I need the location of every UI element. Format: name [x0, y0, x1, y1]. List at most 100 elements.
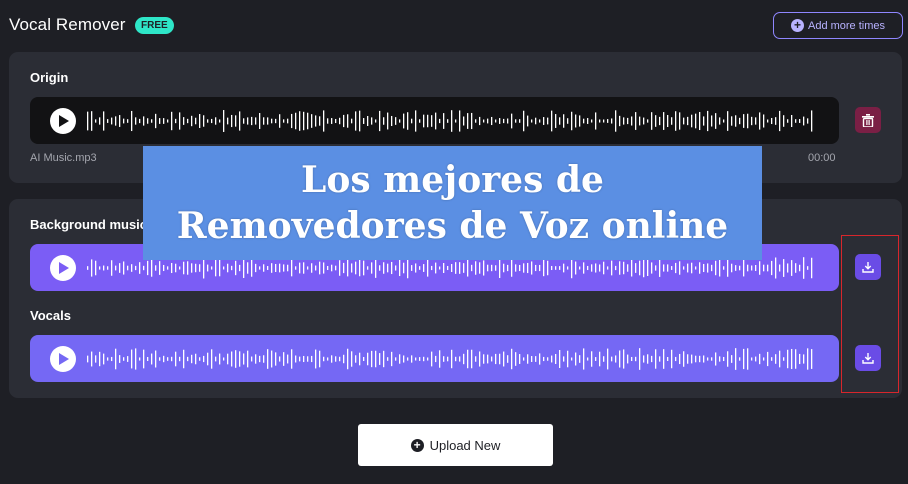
waveform-bar [763, 356, 765, 361]
waveform-bar [379, 264, 381, 271]
waveform-bar [647, 118, 649, 123]
waveform-bar [775, 353, 777, 364]
waveform-bar [671, 265, 673, 270]
waveform-bar [575, 352, 577, 365]
waveform-bar [719, 116, 721, 125]
waveform-bar [711, 114, 713, 127]
waveform-bar [339, 117, 341, 124]
waveform-bar [419, 265, 421, 270]
waveform-bar [491, 116, 493, 125]
waveform-bar [219, 118, 221, 123]
waveform-bar [579, 114, 581, 127]
waveform-bar [719, 258, 721, 277]
waveform-bar [767, 264, 769, 271]
waveform-bar [723, 265, 725, 270]
waveform-bar [723, 356, 725, 361]
waveform-bar [327, 356, 329, 361]
waveform-bar [551, 355, 553, 362]
waveform-bar [655, 114, 657, 127]
waveform-bar [595, 262, 597, 273]
waveform-bar [359, 110, 361, 131]
waveform-bar [607, 348, 609, 369]
waveform-bar [423, 114, 425, 127]
waveform-bar [295, 355, 297, 362]
waveform-bar [687, 263, 689, 272]
waveform-bar [339, 259, 341, 276]
waveform-bar [543, 356, 545, 361]
waveform-bar [387, 112, 389, 129]
waveform-bar [455, 356, 457, 361]
waveform-bar [335, 265, 337, 270]
waveform-bar [595, 356, 597, 361]
waveform-bar [571, 356, 573, 361]
waveform-bar [611, 117, 613, 124]
waveform-bar [787, 349, 789, 368]
waveform-bar [107, 356, 109, 361]
waveform-bar [151, 353, 153, 364]
waveform-bar [755, 116, 757, 125]
waveform-bar [279, 263, 281, 272]
waveform-bar [723, 118, 725, 123]
waveform-bar [355, 261, 357, 274]
upload-new-button[interactable]: + Upload New [358, 424, 553, 466]
waveform-bar [203, 355, 205, 362]
waveform-bar [403, 354, 405, 363]
waveform-bar [195, 263, 197, 272]
waveform-bar [95, 118, 97, 123]
waveform-bar [267, 348, 269, 369]
waveform-bar [91, 351, 93, 366]
waveform-bar [279, 355, 281, 362]
waveform-bar [395, 356, 397, 361]
add-more-times-button[interactable]: + Add more times [773, 12, 903, 39]
waveform-bar [507, 354, 509, 363]
plus-circle-icon: + [790, 19, 804, 32]
waveform-bar [107, 265, 109, 270]
play-icon [59, 114, 69, 127]
waveform-bar [355, 110, 357, 131]
waveform-bar [547, 260, 549, 275]
waveform-bar [687, 116, 689, 125]
waveform-bar [331, 117, 333, 124]
origin-waveform[interactable] [86, 108, 814, 134]
vocals-play-button[interactable] [50, 345, 76, 372]
waveform-bar [535, 117, 537, 124]
waveform-bar [139, 261, 141, 274]
waveform-bar [599, 263, 601, 272]
waveform-bar [127, 355, 129, 362]
waveform-bar [403, 262, 405, 273]
waveform-bar [635, 262, 637, 273]
origin-play-button[interactable] [50, 107, 76, 134]
waveform-bar [759, 260, 761, 275]
waveform-bar [275, 263, 277, 272]
waveform-bar [147, 117, 149, 124]
waveform-bar [707, 110, 709, 131]
vocals-waveform[interactable] [86, 346, 814, 372]
waveform-bar [123, 356, 125, 361]
waveform-bar [803, 256, 805, 279]
waveform-bar [691, 354, 693, 363]
waveform-bar [699, 111, 701, 130]
waveform-bar [335, 355, 337, 362]
waveform-bar [603, 355, 605, 362]
background-play-button[interactable] [50, 254, 76, 281]
delete-button[interactable] [855, 107, 881, 133]
waveform-bar [263, 354, 265, 363]
waveform-bar [647, 259, 649, 276]
waveform-bar [195, 353, 197, 364]
waveform-bar [639, 116, 641, 125]
waveform-bar [471, 264, 473, 271]
waveform-bar [467, 349, 469, 368]
waveform-bar [771, 260, 773, 275]
waveform-bar [503, 351, 505, 366]
waveform-bar [471, 349, 473, 368]
waveform-bar [235, 260, 237, 275]
waveform-bar [739, 117, 741, 124]
waveform-bar [319, 350, 321, 367]
waveform-bar [431, 265, 433, 270]
waveform-bar [275, 351, 277, 366]
waveform-bar [567, 117, 569, 124]
waveform-bar [467, 112, 469, 129]
waveform-bar [763, 264, 765, 271]
waveform-bar [307, 112, 309, 129]
waveform-bar [767, 351, 769, 366]
